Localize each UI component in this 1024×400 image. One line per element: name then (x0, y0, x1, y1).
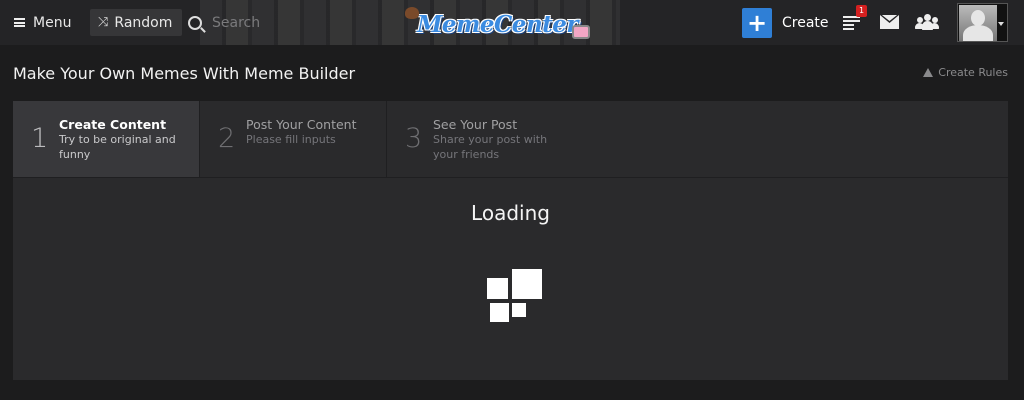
caret-down-icon (998, 22, 1004, 26)
top-navigation-bar: Menu ⤨ Random MemeCenter + Create 1 (0, 0, 1024, 45)
create-rules-label: Create Rules (938, 66, 1008, 79)
spinner-square (487, 278, 508, 299)
group-icon[interactable] (915, 14, 939, 30)
plus-icon: + (742, 7, 772, 38)
create-button[interactable]: + Create (742, 7, 829, 38)
logo-text: MemeCenter (416, 10, 579, 38)
step-1[interactable]: 1 Create Content Try to be original and … (13, 101, 200, 183)
spinner-square (490, 303, 509, 322)
user-avatar-menu[interactable] (957, 3, 1008, 42)
search-input[interactable] (212, 14, 362, 31)
builder-panel: Loading (13, 177, 1008, 380)
step-description: Share your post with your friends (433, 133, 548, 161)
step-description: Please fill inputs (246, 133, 336, 146)
search-icon[interactable] (188, 15, 202, 30)
site-logo[interactable]: MemeCenter (405, 5, 590, 43)
random-button[interactable]: ⤨ Random (90, 9, 182, 36)
avatar (959, 5, 997, 41)
logo-mascot-icon (405, 7, 419, 19)
spinner-square (512, 269, 542, 299)
step-title: See Your Post (433, 117, 518, 132)
search-box (188, 9, 388, 36)
menu-label: Menu (33, 14, 72, 31)
create-label: Create (782, 14, 829, 31)
logo-cat-icon (572, 25, 590, 39)
step-progress: 1 Create Content Try to be original and … (13, 101, 1008, 183)
loading-spinner-icon (485, 269, 545, 322)
shuffle-icon: ⤨ (98, 15, 109, 30)
mail-icon[interactable] (880, 15, 899, 29)
create-rules-link[interactable]: Create Rules (923, 66, 1008, 79)
step-description: Try to be original and funny (59, 133, 176, 161)
step-3[interactable]: 3 See Your Post Share your post with you… (387, 101, 574, 177)
step-2[interactable]: 2 Post Your Content Please fill inputs (200, 101, 387, 177)
loading-text: Loading (471, 201, 550, 225)
warning-icon (923, 68, 934, 77)
spinner-square (512, 303, 526, 317)
step-title: Post Your Content (246, 117, 357, 132)
step-number: 2 (218, 123, 236, 154)
group-icon-part (924, 14, 931, 21)
random-label: Random (114, 14, 173, 31)
step-number: 3 (405, 123, 423, 154)
step-title: Create Content (59, 117, 167, 132)
group-icon-part (930, 23, 939, 29)
notification-badge: 1 (856, 5, 867, 17)
menu-icon (14, 18, 25, 27)
menu-button[interactable]: Menu (14, 9, 71, 36)
feed-icon (843, 16, 860, 30)
feed-button[interactable]: 1 (843, 5, 867, 34)
avatar-shoulders (963, 25, 993, 41)
step-number: 1 (31, 123, 49, 154)
page-title: Make Your Own Memes With Meme Builder (13, 64, 356, 83)
avatar-head (971, 10, 985, 26)
